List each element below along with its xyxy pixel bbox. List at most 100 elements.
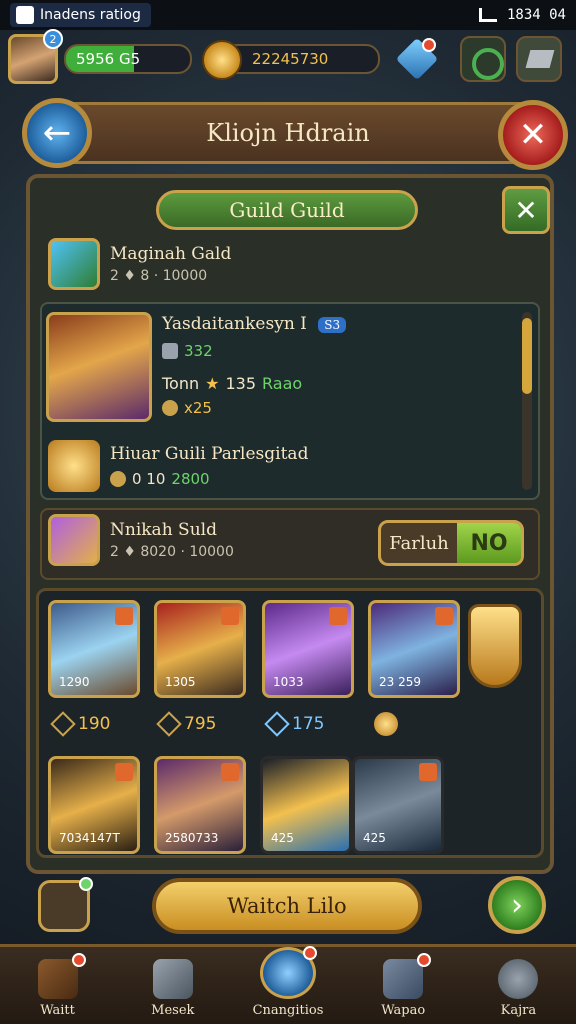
gold-value: 22245730 bbox=[252, 50, 329, 68]
card-value: 1033 bbox=[273, 675, 304, 689]
hero-name: Yasdaitankesyn I bbox=[162, 314, 307, 334]
arrow-left-icon: ← bbox=[42, 113, 72, 153]
notification-dot-icon bbox=[417, 953, 432, 967]
nav-label: Cnangitios bbox=[252, 1003, 324, 1018]
signal-icon bbox=[478, 8, 497, 22]
sword-icon bbox=[162, 343, 178, 359]
footer-value: 190 bbox=[78, 714, 111, 734]
guild-row[interactable]: Maginah Gald 2 ♦ 8 · 10000 bbox=[48, 238, 231, 290]
card-corner-icon bbox=[115, 763, 133, 781]
footer-value: 795 bbox=[184, 714, 217, 734]
close-button[interactable]: ✕ bbox=[498, 100, 568, 170]
status-bar: Inadens ratiog 1834 04 bbox=[0, 0, 576, 30]
tab-guild[interactable]: Guild Guild bbox=[156, 190, 418, 230]
player-level-badge: 2 bbox=[43, 29, 63, 49]
crystal-card[interactable]: 425 bbox=[260, 756, 352, 854]
guild-reward-value: 0 10 bbox=[132, 470, 166, 488]
diamond-icon bbox=[50, 711, 76, 737]
card-corner-icon bbox=[115, 607, 133, 625]
card-footer: 795 bbox=[156, 711, 217, 737]
panel-close-button[interactable]: ✕ bbox=[502, 186, 550, 234]
bottom-nav: Waitt Mesek Cnangitios Wapao Kajra bbox=[0, 944, 576, 1024]
nukah-row[interactable]: Nnikah Suld 2 ♦ 8020 · 10000 bbox=[48, 514, 234, 566]
back-button[interactable]: ← bbox=[22, 98, 92, 168]
hero-card[interactable]: 2580733 bbox=[154, 756, 246, 854]
card-corner-icon bbox=[419, 763, 437, 781]
coin-icon bbox=[110, 471, 126, 487]
hammer-button[interactable] bbox=[38, 877, 93, 932]
hero-portrait[interactable] bbox=[46, 312, 152, 422]
close-icon: ✕ bbox=[514, 193, 538, 227]
scrollbar-thumb[interactable] bbox=[522, 318, 532, 394]
guild-reward-extra: 2800 bbox=[171, 470, 210, 488]
app-icon bbox=[16, 6, 34, 24]
nukah-emblem-icon bbox=[48, 514, 100, 566]
footer-value: 175 bbox=[292, 714, 325, 734]
reward-value: x25 bbox=[184, 399, 212, 417]
card-value: 1290 bbox=[59, 675, 90, 689]
guild-emblem-icon bbox=[48, 238, 100, 290]
item-card[interactable]: 1033 bbox=[262, 600, 354, 698]
status-right: 1834 04 bbox=[478, 7, 566, 23]
card-value: 425 bbox=[271, 831, 294, 845]
app-label: Inadens ratiog bbox=[40, 7, 141, 23]
card-corner-icon bbox=[435, 607, 453, 625]
hero-card[interactable]: 1290 bbox=[48, 600, 140, 698]
tonn-value: 135 bbox=[225, 374, 257, 393]
player-avatar[interactable]: 2 bbox=[8, 29, 63, 84]
farluh-toggle-button[interactable]: Farluh NO bbox=[378, 520, 524, 566]
page-title: Kliojn Hdrain bbox=[206, 119, 370, 147]
hero-card[interactable]: 23 259 bbox=[368, 600, 460, 698]
hero-card[interactable]: 1305 bbox=[154, 600, 246, 698]
tonn-extra: Raao bbox=[262, 374, 303, 393]
gold-bar[interactable]: 22245730 bbox=[202, 40, 380, 80]
settings-hammer-icon[interactable] bbox=[516, 36, 562, 82]
nav-label: Kajra bbox=[500, 1003, 537, 1018]
nav-item-waitt[interactable]: Waitt bbox=[0, 947, 115, 1024]
star-icon: ★ bbox=[205, 374, 220, 393]
watch-button[interactable]: Waitch Lilo bbox=[152, 878, 422, 934]
quest-icon[interactable] bbox=[460, 36, 506, 82]
card-value: 1305 bbox=[165, 675, 196, 689]
gold-shield-icon[interactable] bbox=[468, 604, 522, 688]
card-footer: 175 bbox=[264, 711, 325, 737]
helmet-card[interactable]: 425 bbox=[352, 756, 444, 854]
card-corner-icon bbox=[329, 607, 347, 625]
close-icon: ✕ bbox=[518, 115, 548, 155]
card-footer: 190 bbox=[50, 711, 111, 737]
scrollbar[interactable] bbox=[522, 312, 532, 490]
nav-label: Waitt bbox=[40, 1003, 75, 1018]
chevron-right-icon: › bbox=[511, 887, 523, 923]
nav-item-wapao[interactable]: Wapao bbox=[346, 947, 461, 1024]
nav-label: Wapao bbox=[381, 1003, 426, 1018]
shield-icon bbox=[383, 953, 432, 999]
card-corner-icon bbox=[221, 763, 239, 781]
hero-info: Yasdaitankesyn I S3 332 Tonn ★ 135 Raao … bbox=[162, 314, 347, 417]
shield-icon bbox=[162, 400, 178, 416]
gold-coin-icon bbox=[202, 40, 242, 80]
notification-dot-icon bbox=[303, 946, 317, 960]
gear-icon bbox=[498, 959, 539, 999]
item-card[interactable]: 7034147T bbox=[48, 756, 140, 854]
nav-label: Mesek bbox=[151, 1003, 195, 1018]
tonn-label: Tonn bbox=[162, 374, 200, 393]
gem-shop-icon[interactable] bbox=[396, 36, 442, 82]
book-icon bbox=[37, 953, 86, 999]
nav-item-kajra[interactable]: Kajra bbox=[461, 947, 576, 1024]
notification-dot-icon bbox=[71, 953, 86, 967]
clock: 1834 04 bbox=[506, 7, 566, 23]
nav-item-cnangitios[interactable]: Cnangitios bbox=[230, 946, 345, 1024]
notification-dot-icon bbox=[422, 38, 436, 52]
app-chip: Inadens ratiog bbox=[10, 3, 151, 27]
nav-item-mesek[interactable]: Mesek bbox=[115, 947, 230, 1024]
guild-reward-title: Hiuar Guili Parlesgitad bbox=[110, 444, 309, 464]
guild-row-title: Maginah Gald bbox=[110, 244, 232, 264]
nukah-title: Nnikah Suld bbox=[110, 520, 217, 540]
gold-shield-icon bbox=[48, 440, 100, 492]
exp-bar: 5956 G5 bbox=[64, 44, 192, 74]
card-value: 425 bbox=[363, 831, 386, 845]
guild-reward-row[interactable]: Hiuar Guili Parlesgitad 0 10 2800 bbox=[48, 440, 308, 492]
card-value: 2580733 bbox=[165, 831, 219, 845]
notification-dot-icon bbox=[79, 877, 93, 891]
next-button[interactable]: › bbox=[488, 876, 546, 934]
